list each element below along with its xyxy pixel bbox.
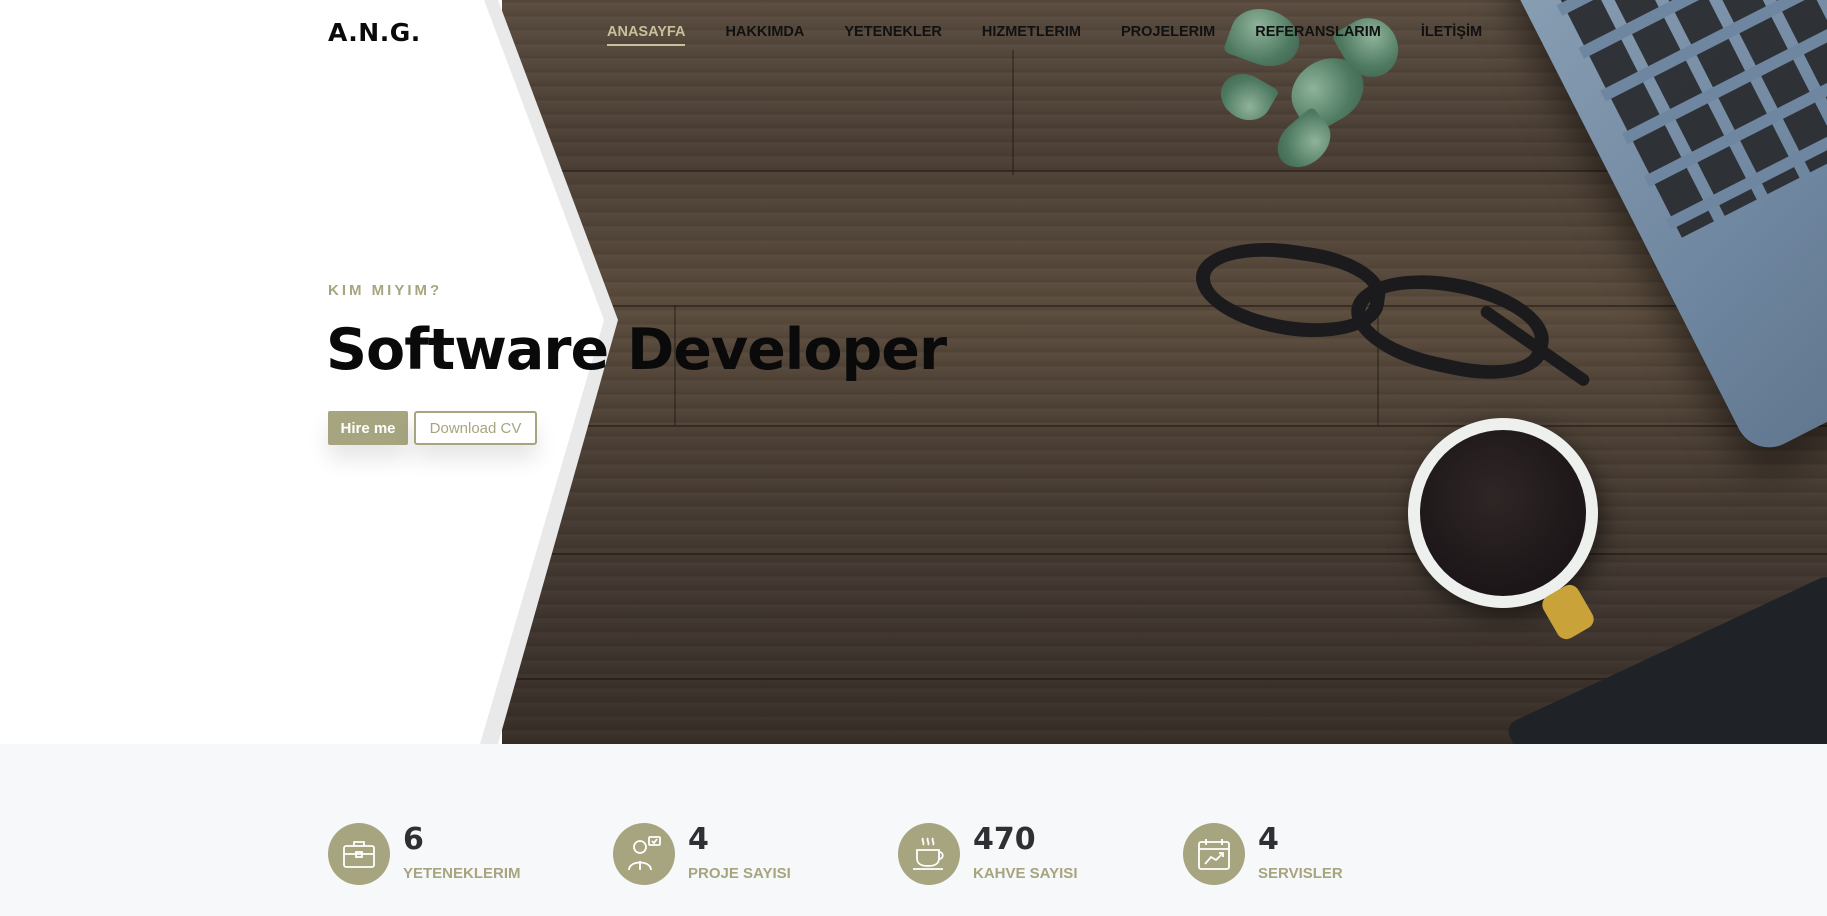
- stat-label: SERVISLER: [1258, 865, 1343, 882]
- nav-item-iletisim[interactable]: İLETİŞİM: [1421, 24, 1482, 46]
- coffee: [1420, 430, 1586, 596]
- stat-label: YETENEKLERIM: [403, 865, 521, 882]
- stat-value: 4: [688, 822, 709, 857]
- stat-value: 4: [1258, 822, 1279, 857]
- hire-me-button[interactable]: Hire me: [328, 411, 408, 445]
- nav-item-anasayfa[interactable]: ANASAYFA: [607, 24, 686, 46]
- wood-plank-line: [502, 425, 1827, 427]
- nav-item-referanslarim[interactable]: REFERANSLARIM: [1255, 24, 1381, 46]
- stat-value: 6: [403, 822, 424, 857]
- wood-plank-joint: [1012, 50, 1014, 175]
- stat-value: 470: [973, 822, 1036, 857]
- download-cv-button[interactable]: Download CV: [414, 411, 537, 445]
- stats-section: 6 YETENEKLERIM 4 PROJE SAYISI 470 KAHVE …: [0, 744, 1827, 916]
- page: A.N.G. ANASAYFA HAKKIMDA YETENEKLER HIZM…: [0, 0, 1827, 916]
- calendar-chart-icon: [1183, 823, 1245, 885]
- briefcase-icon: [328, 823, 390, 885]
- wood-plank-line: [502, 553, 1827, 555]
- wood-plank-line: [502, 305, 1827, 307]
- site-logo[interactable]: A.N.G.: [328, 18, 421, 47]
- main-nav: ANASAYFA HAKKIMDA YETENEKLER HIZMETLERIM…: [607, 24, 1522, 46]
- hero-title: Software Developer: [326, 317, 947, 383]
- coffee-cup-icon: [898, 823, 960, 885]
- hero-kicker: KIM MIYIM?: [328, 282, 443, 299]
- developer-icon: [613, 823, 675, 885]
- nav-item-yetenekler[interactable]: YETENEKLER: [844, 24, 942, 46]
- nav-item-hakkimda[interactable]: HAKKIMDA: [725, 24, 804, 46]
- stat-label: KAHVE SAYISI: [973, 865, 1078, 882]
- hero-section: A.N.G. ANASAYFA HAKKIMDA YETENEKLER HIZM…: [0, 0, 1827, 744]
- nav-item-projelerim[interactable]: PROJELERIM: [1121, 24, 1215, 46]
- stat-label: PROJE SAYISI: [688, 865, 791, 882]
- nav-item-hizmetlerim[interactable]: HIZMETLERIM: [982, 24, 1081, 46]
